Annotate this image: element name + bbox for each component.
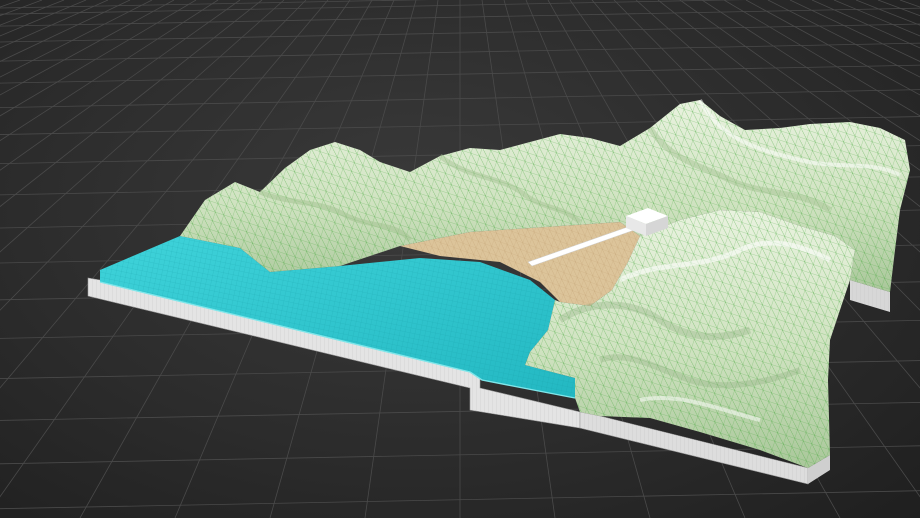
grid-line [0,0,21,8]
grid-line [0,0,109,49]
grid-line [899,0,920,8]
grid-line [0,0,87,37]
grid-line [0,0,43,17]
scene-svg [0,0,920,518]
3d-viewport[interactable] [0,0,920,518]
